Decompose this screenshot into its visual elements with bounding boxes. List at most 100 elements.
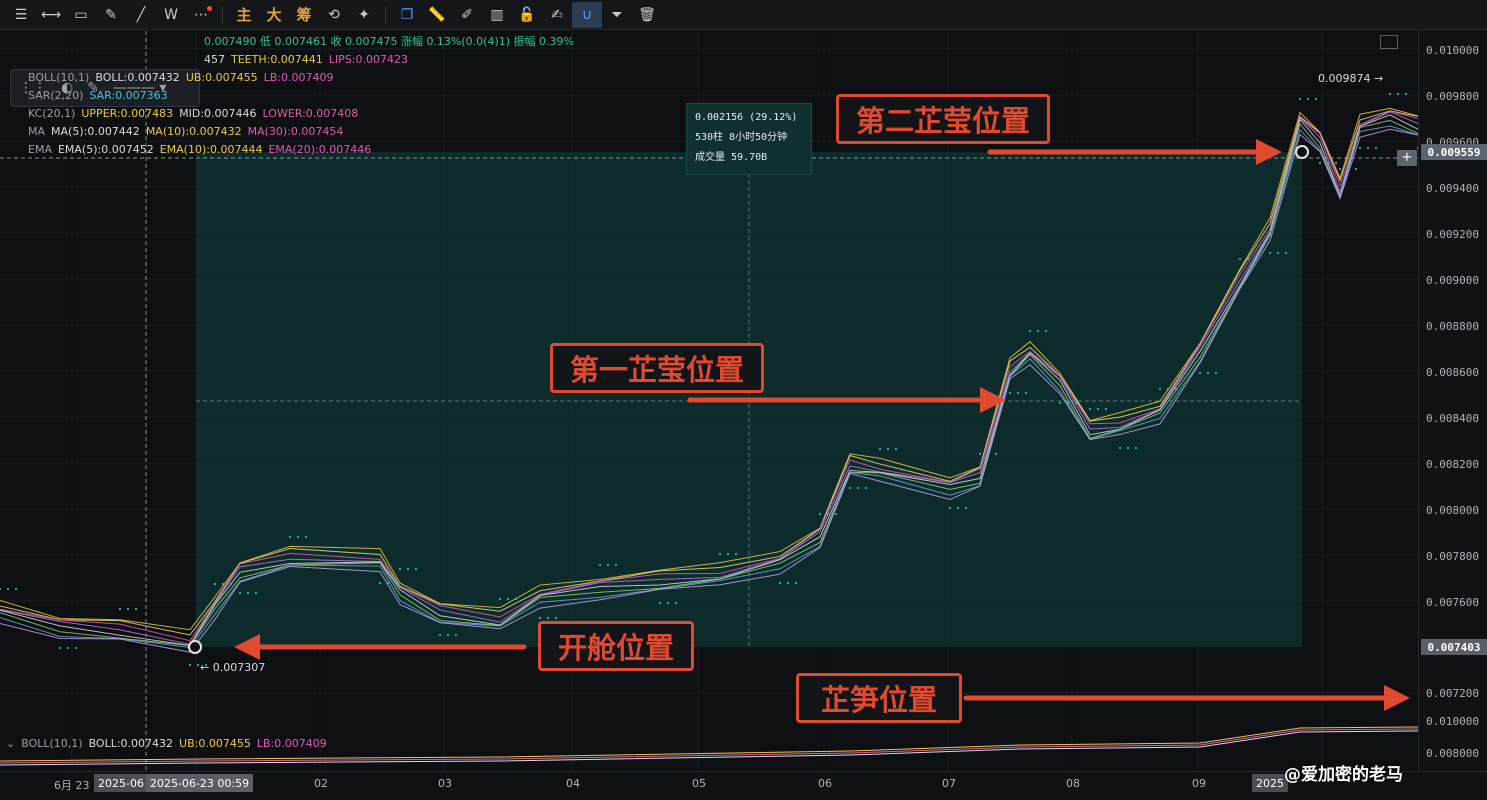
toolbar-divider (222, 5, 223, 24)
time-tag-start: 2025-06 (94, 774, 148, 792)
legend-ohlc: 0.007490 低 0.007461 收 0.007475 涨幅 0.13%(… (204, 35, 574, 48)
sar-dot (949, 507, 951, 509)
sub-boll-ub: UB:0.007455 (179, 737, 251, 750)
sar-dot (895, 448, 897, 450)
legend-ma: MA MA(5):0.007442 MA(10):0.007432 MA(30)… (28, 125, 344, 138)
sar-dot (395, 582, 397, 584)
sar-dot (835, 513, 837, 515)
add-alert-button[interactable]: + (1397, 150, 1417, 166)
sar-dot (214, 583, 216, 585)
legend-alligator: 457 TEETH:0.007441 LIPS:0.007423 (204, 53, 408, 66)
collapse-icon[interactable]: ⌄ (6, 737, 15, 750)
sar-dot (305, 536, 307, 538)
sar-dot (849, 487, 851, 489)
legend-ema: EMA EMA(5):0.007452 EMA(10):0.007444 EMA… (28, 143, 372, 156)
high-price-label: 0.009874 → (1318, 72, 1384, 85)
sar-dot (819, 513, 821, 515)
sar-dot (1059, 402, 1061, 404)
time-axis[interactable]: 6月 23 2025-06 2025-06-23 00:59 02 03 04 … (0, 771, 1487, 800)
sar-dot (539, 617, 541, 619)
time-label: 04 (566, 777, 580, 790)
sar-dot (667, 602, 669, 604)
top-toolbar: ☰ ⟷ ▭ ✎ ╱ W ⋯ 主 大 筹 ⟲ ✦ ❐ 📏 ✐ ▥ 🔓 ✍ ∪ ⏷ … (0, 0, 1487, 30)
sar-dot (547, 617, 549, 619)
sar-dot (119, 608, 121, 610)
sar-dot (135, 608, 137, 610)
sar-dot (1105, 408, 1107, 410)
sar-dot (965, 507, 967, 509)
rectangle-icon[interactable]: ▭ (66, 2, 96, 28)
price-tag-low: 0.007403 (1421, 639, 1487, 655)
measure-icon[interactable]: 📏 (422, 2, 452, 28)
large-button[interactable]: 大 (259, 2, 289, 28)
filter-icon[interactable]: ⏷ (602, 2, 632, 28)
lock-icon[interactable]: 🔓 (512, 2, 542, 28)
sar-dot (1067, 402, 1069, 404)
sub-boll-name[interactable]: BOLL(10,1) (21, 737, 82, 750)
sar-dot (1327, 162, 1329, 164)
menu-icon[interactable]: ☰ (6, 2, 36, 28)
legend-boll: BOLL(10,1) BOLL:0.007432 UB:0.007455 LB:… (28, 71, 334, 84)
time-label: 6月 23 (54, 779, 90, 792)
sar-dot (415, 568, 417, 570)
sar-dot (1009, 392, 1011, 394)
sar-dot (455, 634, 457, 636)
sar-dot (795, 582, 797, 584)
main-button[interactable]: 主 (229, 2, 259, 28)
sar-dot (1045, 330, 1047, 332)
sar-dot (1247, 258, 1249, 260)
magnet-icon[interactable]: ∪ (572, 1, 602, 28)
price-tag-high: 0.009559 (1421, 144, 1487, 160)
price-label: 0.008200 (1426, 458, 1479, 471)
sar-dot (1159, 388, 1161, 390)
sar-dot (735, 553, 737, 555)
legend-sar: SAR(2,20) SAR:0.007363 (28, 89, 168, 102)
sar-dot (1029, 330, 1031, 332)
chips-button[interactable]: 筹 (289, 2, 319, 28)
sar-dot (439, 634, 441, 636)
sar-dot (879, 448, 881, 450)
sub-boll-mid: BOLL:0.007432 (88, 737, 174, 750)
ruler-icon[interactable]: ✎ (96, 2, 126, 28)
sar-dot (887, 448, 889, 450)
sar-dot (197, 664, 199, 666)
note-icon[interactable]: ✍ (542, 2, 572, 28)
sar-dot (1319, 162, 1321, 164)
sar-dot (189, 664, 191, 666)
price-label: 0.007800 (1426, 550, 1479, 563)
time-label: 06 (818, 777, 832, 790)
horizontal-line-icon[interactable]: ⟷ (36, 2, 66, 28)
price-label: 0.008000 (1426, 504, 1479, 517)
annotation-open: 开舱位置 (538, 621, 694, 671)
annotation-first-peak: 第一芷莹位置 (550, 343, 764, 393)
sar-dot (499, 598, 501, 600)
sar-dot (1207, 372, 1209, 374)
brush-icon[interactable]: ✐ (452, 2, 482, 28)
sar-dot (1175, 388, 1177, 390)
sub-price-label: 0.008000 (1426, 747, 1479, 760)
sar-dot (1307, 98, 1309, 100)
copy-icon[interactable]: ❐ (392, 2, 422, 28)
more-icon[interactable]: ⋯ (186, 2, 216, 28)
fullscreen-icon[interactable] (1380, 35, 1398, 49)
legend-kc: KC(20,1) UPPER:0.007483 MID:0.007446 LOW… (28, 107, 359, 120)
wave-icon[interactable]: W (156, 2, 186, 28)
trash-icon[interactable]: 🗑 (632, 2, 662, 28)
magic-icon[interactable]: ✦ (349, 2, 379, 28)
sar-dot (857, 487, 859, 489)
sar-dot (987, 453, 989, 455)
sar-dot (827, 513, 829, 515)
sar-dot (230, 583, 232, 585)
sar-dot (727, 553, 729, 555)
sar-dot (957, 507, 959, 509)
candlestick-icon[interactable]: ▥ (482, 2, 512, 28)
price-axis[interactable]: 0.010000 0.009800 0.009600 0.009559 0.00… (1418, 31, 1487, 771)
trend-line-icon[interactable]: ╱ (126, 2, 156, 28)
sar-dot (15, 588, 17, 590)
sar-dot (1299, 98, 1301, 100)
replay-icon[interactable]: ⟲ (319, 2, 349, 28)
price-label: 0.009000 (1426, 274, 1479, 287)
sar-dot (675, 602, 677, 604)
sar-dot (247, 592, 249, 594)
time-label: 03 (438, 777, 452, 790)
